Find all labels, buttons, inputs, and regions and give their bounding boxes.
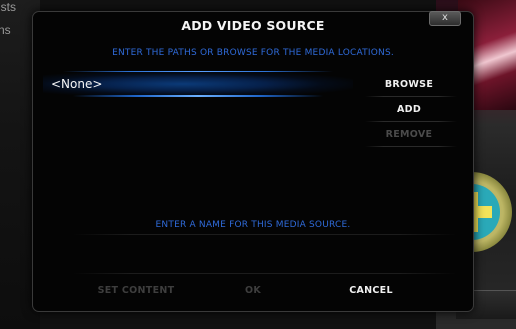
set-content-button[interactable]: SET CONTENT <box>91 281 181 301</box>
source-path-list: <None> <box>43 70 353 230</box>
source-name-prompt: ENTER A NAME FOR THIS MEDIA SOURCE. <box>155 220 351 230</box>
path-list-item-label: <None> <box>51 77 103 91</box>
side-menu-item-add-ons: ns <box>0 23 11 37</box>
close-button[interactable]: x <box>429 11 461 26</box>
side-menu-item-playlists: ists <box>0 0 16 14</box>
remove-button[interactable]: REMOVE <box>361 123 457 147</box>
ok-button[interactable]: OK <box>229 281 277 301</box>
source-name-field[interactable] <box>73 234 457 274</box>
dialog-title: ADD VIDEO SOURCE <box>181 18 325 33</box>
paths-instructions: ENTER THE PATHS OR BROWSE FOR THE MEDIA … <box>112 48 394 58</box>
browse-button[interactable]: BROWSE <box>361 73 457 97</box>
add-button[interactable]: ADD <box>361 98 457 122</box>
add-video-source-dialog: ADD VIDEO SOURCE x ENTER THE PATHS OR BR… <box>32 11 474 312</box>
cancel-button[interactable]: CANCEL <box>333 281 409 301</box>
close-icon: x <box>442 12 448 23</box>
path-list-item[interactable]: <None> <box>43 70 353 98</box>
